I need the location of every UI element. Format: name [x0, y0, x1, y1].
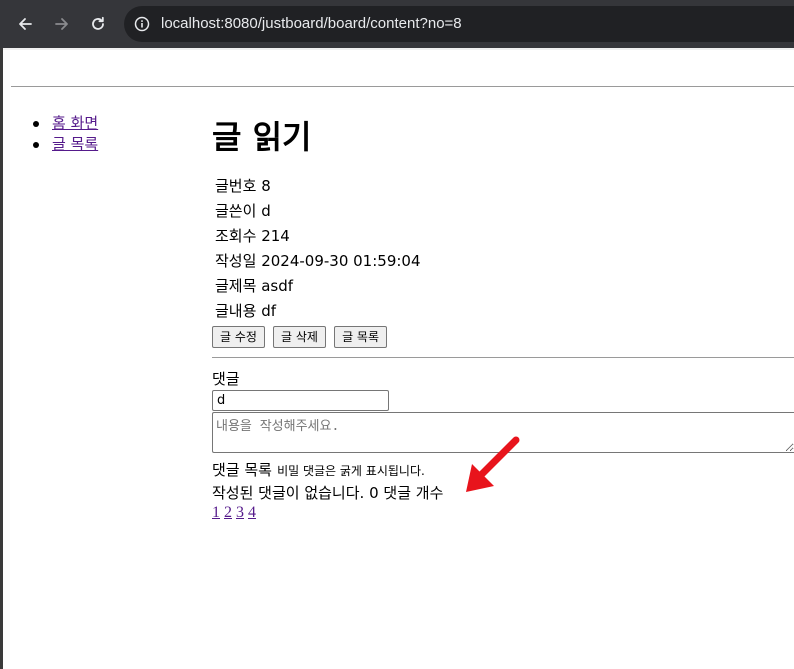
- post-date-row: 작성일 2024-09-30 01:59:04: [215, 249, 421, 274]
- field-label: 작성일: [215, 252, 257, 270]
- bullet: [33, 121, 39, 127]
- bullet: [33, 142, 39, 148]
- sidebar-nav: 홈 화면 글 목록: [33, 113, 98, 155]
- reload-button[interactable]: [84, 10, 112, 38]
- back-button[interactable]: [11, 10, 39, 38]
- comment-count-label: 댓글 개수: [383, 484, 444, 502]
- field-label: 글제목: [215, 277, 257, 295]
- page-top-strip: [3, 48, 794, 50]
- post-number-row: 글번호 8: [215, 174, 421, 199]
- page-link[interactable]: 4: [248, 504, 256, 521]
- post-views-row: 조회수 214: [215, 224, 421, 249]
- field-value: d: [261, 202, 271, 220]
- post-list-link[interactable]: 글 목록: [52, 135, 98, 153]
- section-divider: [212, 357, 794, 358]
- field-value: 214: [261, 227, 290, 245]
- reload-icon: [92, 16, 104, 30]
- post-list-button[interactable]: 글 목록: [334, 326, 387, 348]
- info-icon[interactable]: [134, 16, 150, 32]
- post-details: 글번호 8 글쓴이 d 조회수 214 작성일 2024-09-30 01:59…: [215, 174, 421, 324]
- post-title-row: 글제목 asdf: [215, 274, 421, 299]
- arrow-right-icon: [55, 18, 68, 30]
- arrow-left-icon: [19, 18, 32, 30]
- field-value: 2024-09-30 01:59:04: [261, 252, 421, 270]
- nav-item-home: 홈 화면: [33, 113, 98, 134]
- annotation-arrow-icon: [466, 436, 520, 492]
- post-writer-row: 글쓴이 d: [215, 199, 421, 224]
- comment-list-header: 댓글 목록 비밀 댓글은 굵게 표시됩니다.: [212, 459, 425, 480]
- empty-comments-message: 작성된 댓글이 없습니다.: [212, 484, 365, 502]
- forward-button[interactable]: [48, 10, 76, 38]
- field-label: 글내용: [215, 302, 257, 320]
- comment-list-title: 댓글 목록: [212, 461, 272, 479]
- comment-section-label: 댓글: [212, 370, 240, 388]
- header-divider: [11, 86, 794, 87]
- window-edge: [0, 48, 3, 669]
- post-content-row: 글내용 df: [215, 299, 421, 324]
- field-value: 8: [261, 177, 271, 195]
- edit-post-button[interactable]: 글 수정: [212, 326, 265, 348]
- post-actions: 글 수정 글 삭제 글 목록: [212, 326, 390, 348]
- nav-item-list: 글 목록: [33, 134, 98, 155]
- browser-window: localhost:8080/justboard/board/content?n…: [0, 0, 794, 669]
- field-value: asdf: [261, 277, 293, 295]
- page-link[interactable]: 1: [212, 504, 220, 521]
- url-text: localhost:8080/justboard/board/content?n…: [161, 15, 462, 32]
- page-link[interactable]: 3: [236, 504, 244, 521]
- address-bar[interactable]: localhost:8080/justboard/board/content?n…: [124, 6, 794, 42]
- page-link[interactable]: 2: [224, 504, 232, 521]
- field-value: df: [261, 302, 276, 320]
- delete-post-button[interactable]: 글 삭제: [273, 326, 326, 348]
- page-title: 글 읽기: [212, 118, 312, 156]
- pagination: 1234: [212, 504, 260, 522]
- comment-count-value: 0: [369, 484, 379, 502]
- field-label: 조회수: [215, 227, 257, 245]
- field-label: 글쓴이: [215, 202, 257, 220]
- comment-writer-input[interactable]: [212, 390, 389, 411]
- browser-toolbar: localhost:8080/justboard/board/content?n…: [0, 0, 794, 48]
- secret-comment-note: 비밀 댓글은 굵게 표시됩니다.: [277, 464, 425, 478]
- comment-status-line: 작성된 댓글이 없습니다. 0 댓글 개수: [212, 482, 443, 503]
- field-label: 글번호: [215, 177, 257, 195]
- home-link[interactable]: 홈 화면: [52, 114, 98, 132]
